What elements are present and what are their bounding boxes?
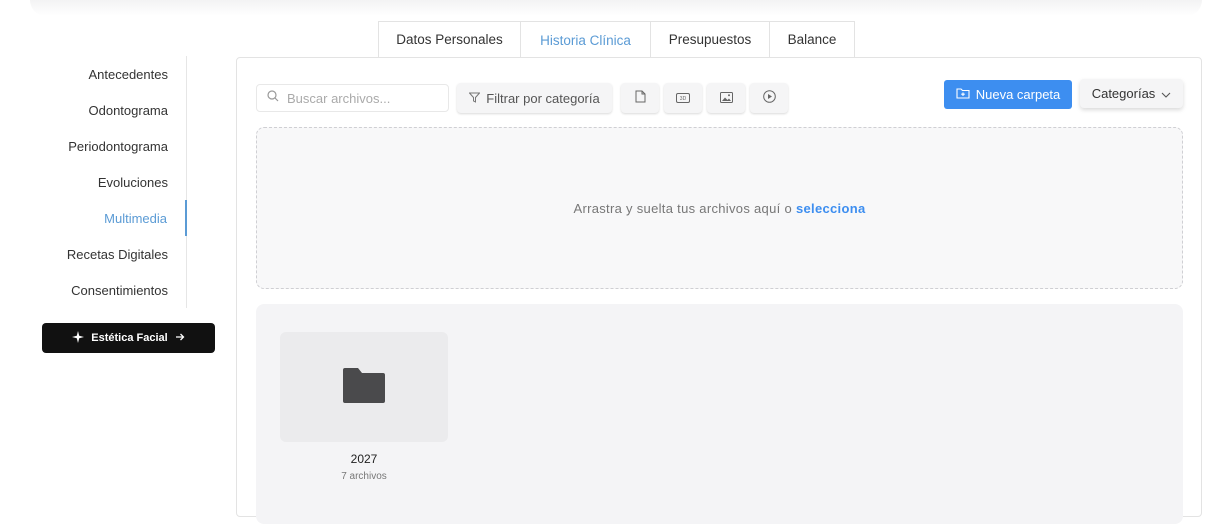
filter-icon: [468, 91, 481, 106]
tab-balance[interactable]: Balance: [769, 21, 855, 57]
estetica-facial-button[interactable]: Estética Facial: [42, 323, 215, 353]
search-input[interactable]: [285, 89, 449, 107]
estetica-facial-label: Estética Facial: [91, 332, 168, 344]
sidebar-item-evoluciones[interactable]: Evoluciones: [30, 164, 187, 200]
folder-name: 2027: [350, 452, 378, 466]
select-files-link[interactable]: selecciona: [796, 201, 866, 216]
search-field[interactable]: [256, 84, 449, 112]
image-icon: [719, 91, 733, 106]
folder-thumbnail[interactable]: [280, 332, 448, 442]
dropzone-text: Arrastra y suelta tus archivos aquí o: [573, 200, 792, 216]
svg-text:3D: 3D: [680, 96, 687, 102]
folder-icon: [342, 366, 386, 409]
filter-category-button[interactable]: Filtrar por categoría: [457, 83, 612, 113]
tab-presupuestos[interactable]: Presupuestos: [650, 21, 770, 57]
new-folder-label: Nueva carpeta: [975, 87, 1061, 102]
filter-video-button[interactable]: [750, 83, 788, 113]
sidebar-item-consentimientos[interactable]: Consentimientos: [30, 272, 187, 308]
filter-category-label: Filtrar por categoría: [486, 90, 600, 106]
multimedia-panel: Filtrar por categoría 3D Nueva carpeta C…: [236, 57, 1202, 524]
new-folder-button[interactable]: Nueva carpeta: [944, 80, 1072, 109]
categories-dropdown[interactable]: Categorías: [1080, 79, 1183, 108]
sidebar: Antecedentes Odontograma Periodontograma…: [30, 56, 187, 308]
folder-file-count: 7 archivos: [341, 471, 387, 482]
video-icon: [762, 90, 776, 106]
folder-plus-icon: [956, 87, 970, 102]
search-icon: [267, 89, 279, 107]
chevron-down-icon: [1161, 86, 1171, 101]
document-icon: [635, 90, 646, 106]
arrow-right-icon: [175, 332, 185, 345]
filter-document-button[interactable]: [621, 83, 659, 113]
sidebar-item-recetas-digitales[interactable]: Recetas Digitales: [30, 236, 187, 272]
sidebar-item-periodontograma[interactable]: Periodontograma: [30, 128, 187, 164]
top-bar-shadow: [30, 0, 1202, 16]
folder-gallery: 2027 7 archivos: [256, 304, 1183, 524]
filter-image-button[interactable]: [707, 83, 745, 113]
main-tabs: Datos Personales Historia Clínica Presup…: [378, 21, 855, 58]
3d-icon: 3D: [676, 91, 690, 106]
sidebar-item-odontograma[interactable]: Odontograma: [30, 92, 187, 128]
sidebar-item-antecedentes[interactable]: Antecedentes: [30, 56, 187, 92]
tab-historia-clinica[interactable]: Historia Clínica: [520, 21, 651, 58]
file-dropzone[interactable]: Arrastra y suelta tus archivos aquí o se…: [256, 127, 1183, 289]
sidebar-item-multimedia[interactable]: Multimedia: [30, 200, 187, 236]
sparkle-icon: [72, 330, 85, 346]
folder-item[interactable]: 2027 7 archivos: [280, 332, 448, 482]
categories-label: Categorías: [1091, 86, 1156, 101]
filter-3d-button[interactable]: 3D: [664, 83, 702, 113]
tab-datos-personales[interactable]: Datos Personales: [378, 21, 521, 57]
